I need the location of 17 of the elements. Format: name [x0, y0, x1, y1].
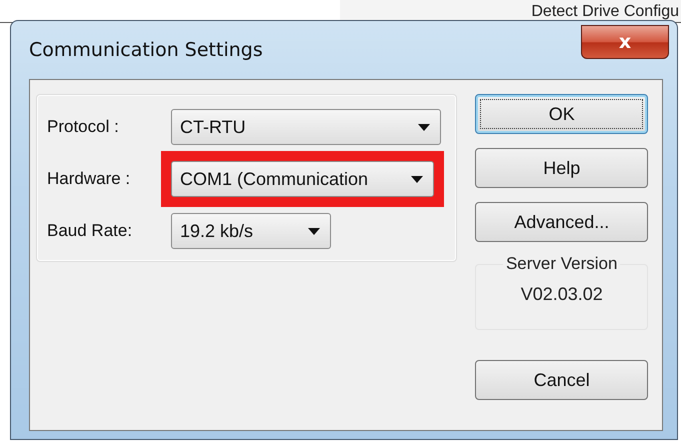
caret-icon — [411, 176, 423, 182]
caret-icon — [308, 228, 320, 234]
version-text: V02.03.02 — [520, 284, 603, 305]
dropdown[interactable]: 19.2 kb/s — [171, 213, 331, 249]
background-window-text: Detect Drive Configu — [531, 2, 679, 22]
dialog-button[interactable]: OK — [475, 94, 648, 134]
dropdown[interactable]: CT-RTU — [171, 109, 441, 145]
dialog-button[interactable]: Help — [475, 148, 648, 188]
caret-icon — [418, 124, 430, 130]
cancel-button[interactable]: Cancel — [475, 360, 648, 400]
dialog-button[interactable]: Advanced... — [475, 202, 648, 242]
field-label: Baud Rate: — [47, 221, 134, 241]
field-label: Protocol : — [47, 117, 120, 137]
window-title: Communication Settings — [29, 39, 263, 61]
close-button[interactable]: x — [581, 25, 669, 59]
dropdown[interactable]: COM1 (Communication — [171, 161, 434, 197]
field-label: Hardware : — [47, 169, 132, 189]
